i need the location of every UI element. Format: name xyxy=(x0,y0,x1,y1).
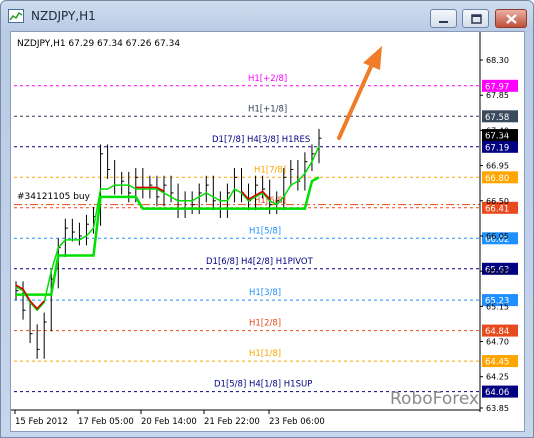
price-tick-label: 66.50 xyxy=(486,197,509,206)
price-tick-label: 64.25 xyxy=(486,373,509,382)
level-price-tag-label: 67.58 xyxy=(485,113,509,123)
time-tick-label: 20 Feb 14:00 xyxy=(141,417,197,427)
order-label: #34121105 buy xyxy=(17,192,91,202)
price-chart[interactable]: NZDJPY,H1 67.29 67.34 67.26 67.34 H1[+2/… xyxy=(11,32,524,431)
level-label: H1[+2/8] xyxy=(248,74,287,84)
time-tick-label: 17 Feb 05:00 xyxy=(78,417,134,427)
murrey-levels: H1[+2/8]67.97H1[+1/8]67.58D1[7/8] H4[3/8… xyxy=(14,74,518,398)
time-tick-label: 23 Feb 06:00 xyxy=(269,417,325,427)
arrow-head-icon xyxy=(363,46,382,70)
price-tick-label: 66.95 xyxy=(486,162,509,171)
chart-area[interactable]: NZDJPY,H1 67.29 67.34 67.26 67.34 H1[+2/… xyxy=(10,31,525,432)
title-bar[interactable]: NZDJPY,H1 xyxy=(1,1,533,31)
close-icon xyxy=(506,14,517,24)
chart-window: NZDJPY,H1 NZDJPY,H1 67.29 67.34 67.26 67… xyxy=(0,0,534,438)
level-price-tag-label: 66.80 xyxy=(485,174,509,184)
level-label: H1[7/8] xyxy=(254,165,286,175)
level-price-tag-label: 67.19 xyxy=(485,143,509,153)
level-price-tag-label: 64.45 xyxy=(485,358,509,368)
price-tick-label: 63.85 xyxy=(486,404,509,413)
restore-button[interactable] xyxy=(462,9,489,28)
trend-arrow xyxy=(337,46,382,140)
level-label: D1[6/8] H4[2/8] H1PIVOT xyxy=(206,257,314,267)
level-label: H1[+1/8] xyxy=(248,104,287,114)
restore-icon xyxy=(471,14,482,24)
level-price-tag-label: 64.84 xyxy=(485,327,509,337)
window-title: NZDJPY,H1 xyxy=(31,9,96,23)
level-label: H1[5/8] xyxy=(249,226,281,236)
level-label: H1[2/8] xyxy=(249,319,281,329)
time-tick-label: 21 Feb 22:00 xyxy=(204,417,260,427)
price-tick-label: 65.15 xyxy=(486,302,509,311)
price-tick-label: 65.60 xyxy=(486,267,509,276)
watermark: RoboForex xyxy=(390,389,479,409)
level-price-tag-label: 64.06 xyxy=(485,388,509,398)
price-tick-label: 64.70 xyxy=(486,338,509,347)
price-tick-label: 67.85 xyxy=(486,91,509,100)
chart-header: NZDJPY,H1 67.29 67.34 67.26 67.34 xyxy=(17,39,180,49)
close-button[interactable] xyxy=(495,9,527,28)
level-label: D1[5/8] H4[1/8] H1SUP xyxy=(214,380,312,390)
time-axis: 15 Feb 2012 17 Feb 05:00 20 Feb 14:00 21 Fe… xyxy=(11,409,480,427)
price-tick-label: 68.30 xyxy=(486,56,509,65)
minimize-icon xyxy=(439,21,448,23)
level-label: H1[1/8] xyxy=(249,349,281,359)
minimize-button[interactable] xyxy=(430,9,457,28)
price-tick-label: 67.40 xyxy=(486,126,509,135)
time-tick-label: 15 Feb 2012 xyxy=(15,417,68,427)
level-price-tag-label: 66.41 xyxy=(485,204,509,214)
chart-window-icon xyxy=(8,9,24,23)
price-tick-label: 66.05 xyxy=(486,232,509,241)
level-label: H1[3/8] xyxy=(249,288,281,298)
level-label: D1[7/8] H4[3/8] H1RES xyxy=(212,135,310,145)
